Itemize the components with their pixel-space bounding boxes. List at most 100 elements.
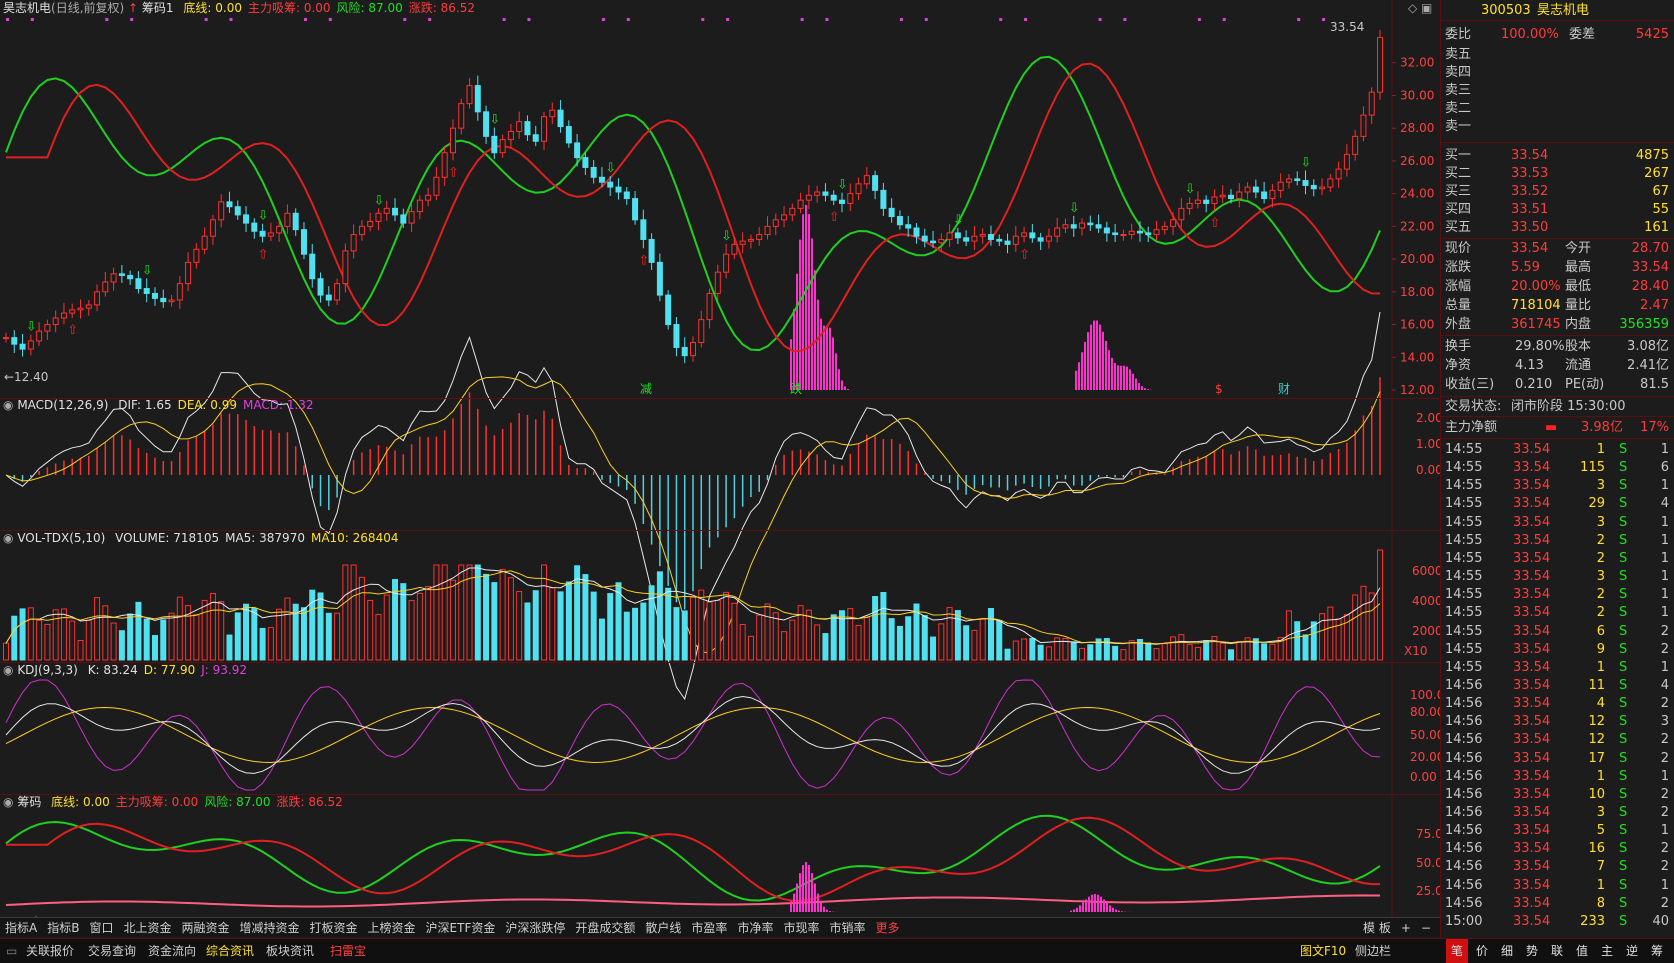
tick-row: 14:56 33.54 8 S 2 [1441, 895, 1674, 913]
candle-body [193, 248, 200, 263]
candle-body [317, 278, 324, 296]
signal-dot [626, 18, 630, 21]
vol-tick-label: 60000 [1412, 564, 1440, 578]
candle-body [1037, 237, 1044, 242]
volume-bar [259, 627, 266, 661]
volume-bar [648, 585, 655, 661]
indicator-tab[interactable]: 窗口 [84, 918, 118, 938]
candle-body [590, 166, 597, 178]
indicator-tab[interactable]: 市净率 [732, 918, 778, 938]
indicator-tab[interactable]: 市销率 [824, 918, 870, 938]
quote-cell: 33.54 [1513, 550, 1551, 566]
volume-bar [632, 607, 639, 661]
side-tab[interactable]: 筹 [1646, 939, 1668, 963]
indicator-tab[interactable]: 散户线 [640, 918, 686, 938]
candle-body [1360, 114, 1367, 137]
quote-cell: 0.210 [1515, 377, 1553, 392]
menu-icon[interactable]: ▭ [6, 939, 17, 963]
quote-cell: 67 [1652, 184, 1669, 199]
bid-row: 买五 33.50 161 [1441, 219, 1674, 237]
side-tab[interactable]: 细 [1496, 939, 1518, 963]
side-tab[interactable]: 值 [1571, 939, 1593, 963]
volume-bar [358, 576, 365, 661]
quote-cell: 1 [1660, 659, 1669, 675]
sell-arrow-icon: ⇧ [829, 210, 840, 225]
tick-row: 14:55 33.54 1 S 1 [1441, 659, 1674, 677]
indicator-tab[interactable]: 沪深ETF资金 [421, 918, 501, 938]
volume-bar [549, 587, 556, 661]
side-tab[interactable]: 价 [1471, 939, 1493, 963]
quote-cell: 4875 [1635, 148, 1669, 163]
footer-link[interactable]: 综合资讯 [206, 939, 254, 963]
footer-link[interactable]: 板块资讯 [266, 939, 314, 963]
template-button[interactable]: 模 板 [1358, 918, 1396, 938]
candle-body [1153, 229, 1160, 236]
side-tab[interactable]: 联 [1546, 939, 1568, 963]
indicator-tab[interactable]: 北上资金 [118, 918, 176, 938]
chip-bar [1099, 324, 1101, 390]
quote-cell: S [1619, 768, 1628, 784]
side-tab[interactable]: 笔 [1446, 939, 1468, 963]
indicator-tab[interactable]: 两融资金 [176, 918, 234, 938]
indicator-tab[interactable]: 更多 [870, 918, 904, 938]
indicator-tab[interactable]: 指标B [42, 918, 84, 938]
buy-arrow-icon: ⇩ [373, 193, 384, 208]
footer-link[interactable]: 资金流向 [148, 939, 196, 963]
side-tab[interactable]: 势 [1521, 939, 1543, 963]
indicator-value: DIF: 1.65 [118, 398, 172, 412]
quote-cell: 涨幅 [1445, 279, 1472, 294]
quote-cell: 14:55 [1445, 641, 1483, 657]
candle-body [234, 206, 241, 216]
footer-link[interactable]: 扫雷宝 [330, 939, 366, 963]
chip-bar [820, 318, 822, 390]
quote-cell: 3 [1596, 514, 1605, 530]
quote-header: 300503 昊志机电 [1441, 2, 1674, 20]
tick-row: 14:56 33.54 17 S 2 [1441, 750, 1674, 768]
volume-bar [168, 612, 175, 661]
candle-body [1244, 186, 1251, 193]
indicator-tab[interactable]: 增减持资金 [235, 918, 305, 938]
buy-arrow-icon: ⇩ [142, 263, 153, 278]
candle-body [1252, 186, 1259, 193]
chip-panel-bar [808, 865, 810, 912]
zoom-button[interactable]: − [1416, 918, 1436, 938]
volume-bar [789, 619, 796, 661]
candle-body [913, 227, 920, 237]
chip-bar [1129, 369, 1131, 390]
indicator-tab[interactable]: 开盘成交额 [570, 918, 640, 938]
volume-bar [888, 618, 895, 661]
candle-body [342, 250, 349, 285]
quote-cell: 2 [1660, 732, 1669, 748]
side-tab[interactable]: 主 [1596, 939, 1618, 963]
indicator-tab[interactable]: 上榜资金 [363, 918, 421, 938]
volume-bar [1269, 643, 1276, 661]
tick-row: 14:56 33.54 10 S 2 [1441, 786, 1674, 804]
indicator-tab[interactable]: 打板资金 [305, 918, 363, 938]
indicator-tab[interactable]: 沪深涨跌停 [500, 918, 570, 938]
signal-dot [1297, 18, 1301, 21]
indicator-tab[interactable]: 市现率 [778, 918, 824, 938]
macd-tick-label: 1.00 [1416, 437, 1440, 451]
quote-cell: 33.54 [1513, 460, 1551, 476]
volume-bar [1310, 621, 1317, 661]
zoom-button[interactable]: + [1396, 918, 1416, 938]
stat-row: 现价 33.54 今开 28.70 [1441, 240, 1674, 258]
footer-right-link[interactable]: 图文F10 [1300, 939, 1346, 963]
footer-link[interactable]: 交易查询 [88, 939, 136, 963]
indicator-value: 风险: 87.00 [336, 1, 403, 15]
quote-cell: 11 [1588, 677, 1605, 693]
side-tab[interactable]: 逆 [1621, 939, 1643, 963]
indicator-tab[interactable]: 指标A [0, 918, 42, 938]
footer-link[interactable]: 关联报价 [26, 939, 74, 963]
signal-dot [601, 18, 605, 21]
candle-body [979, 234, 986, 237]
settings-icon[interactable]: ◇ ▣ [1408, 1, 1432, 15]
candle-body [276, 225, 283, 234]
candle-body [698, 319, 705, 344]
chart-area[interactable]: 32.00 30.00 28.00 26.00 24.00 22.00 20.00 18.00… [0, 0, 1440, 917]
quote-cell: 356359 [1619, 317, 1669, 332]
footer-right-link[interactable]: 侧边栏 [1355, 939, 1391, 963]
chip-bar [799, 239, 801, 390]
indicator-tab[interactable]: 市盈率 [686, 918, 732, 938]
quote-cell: 14:55 [1445, 460, 1483, 476]
